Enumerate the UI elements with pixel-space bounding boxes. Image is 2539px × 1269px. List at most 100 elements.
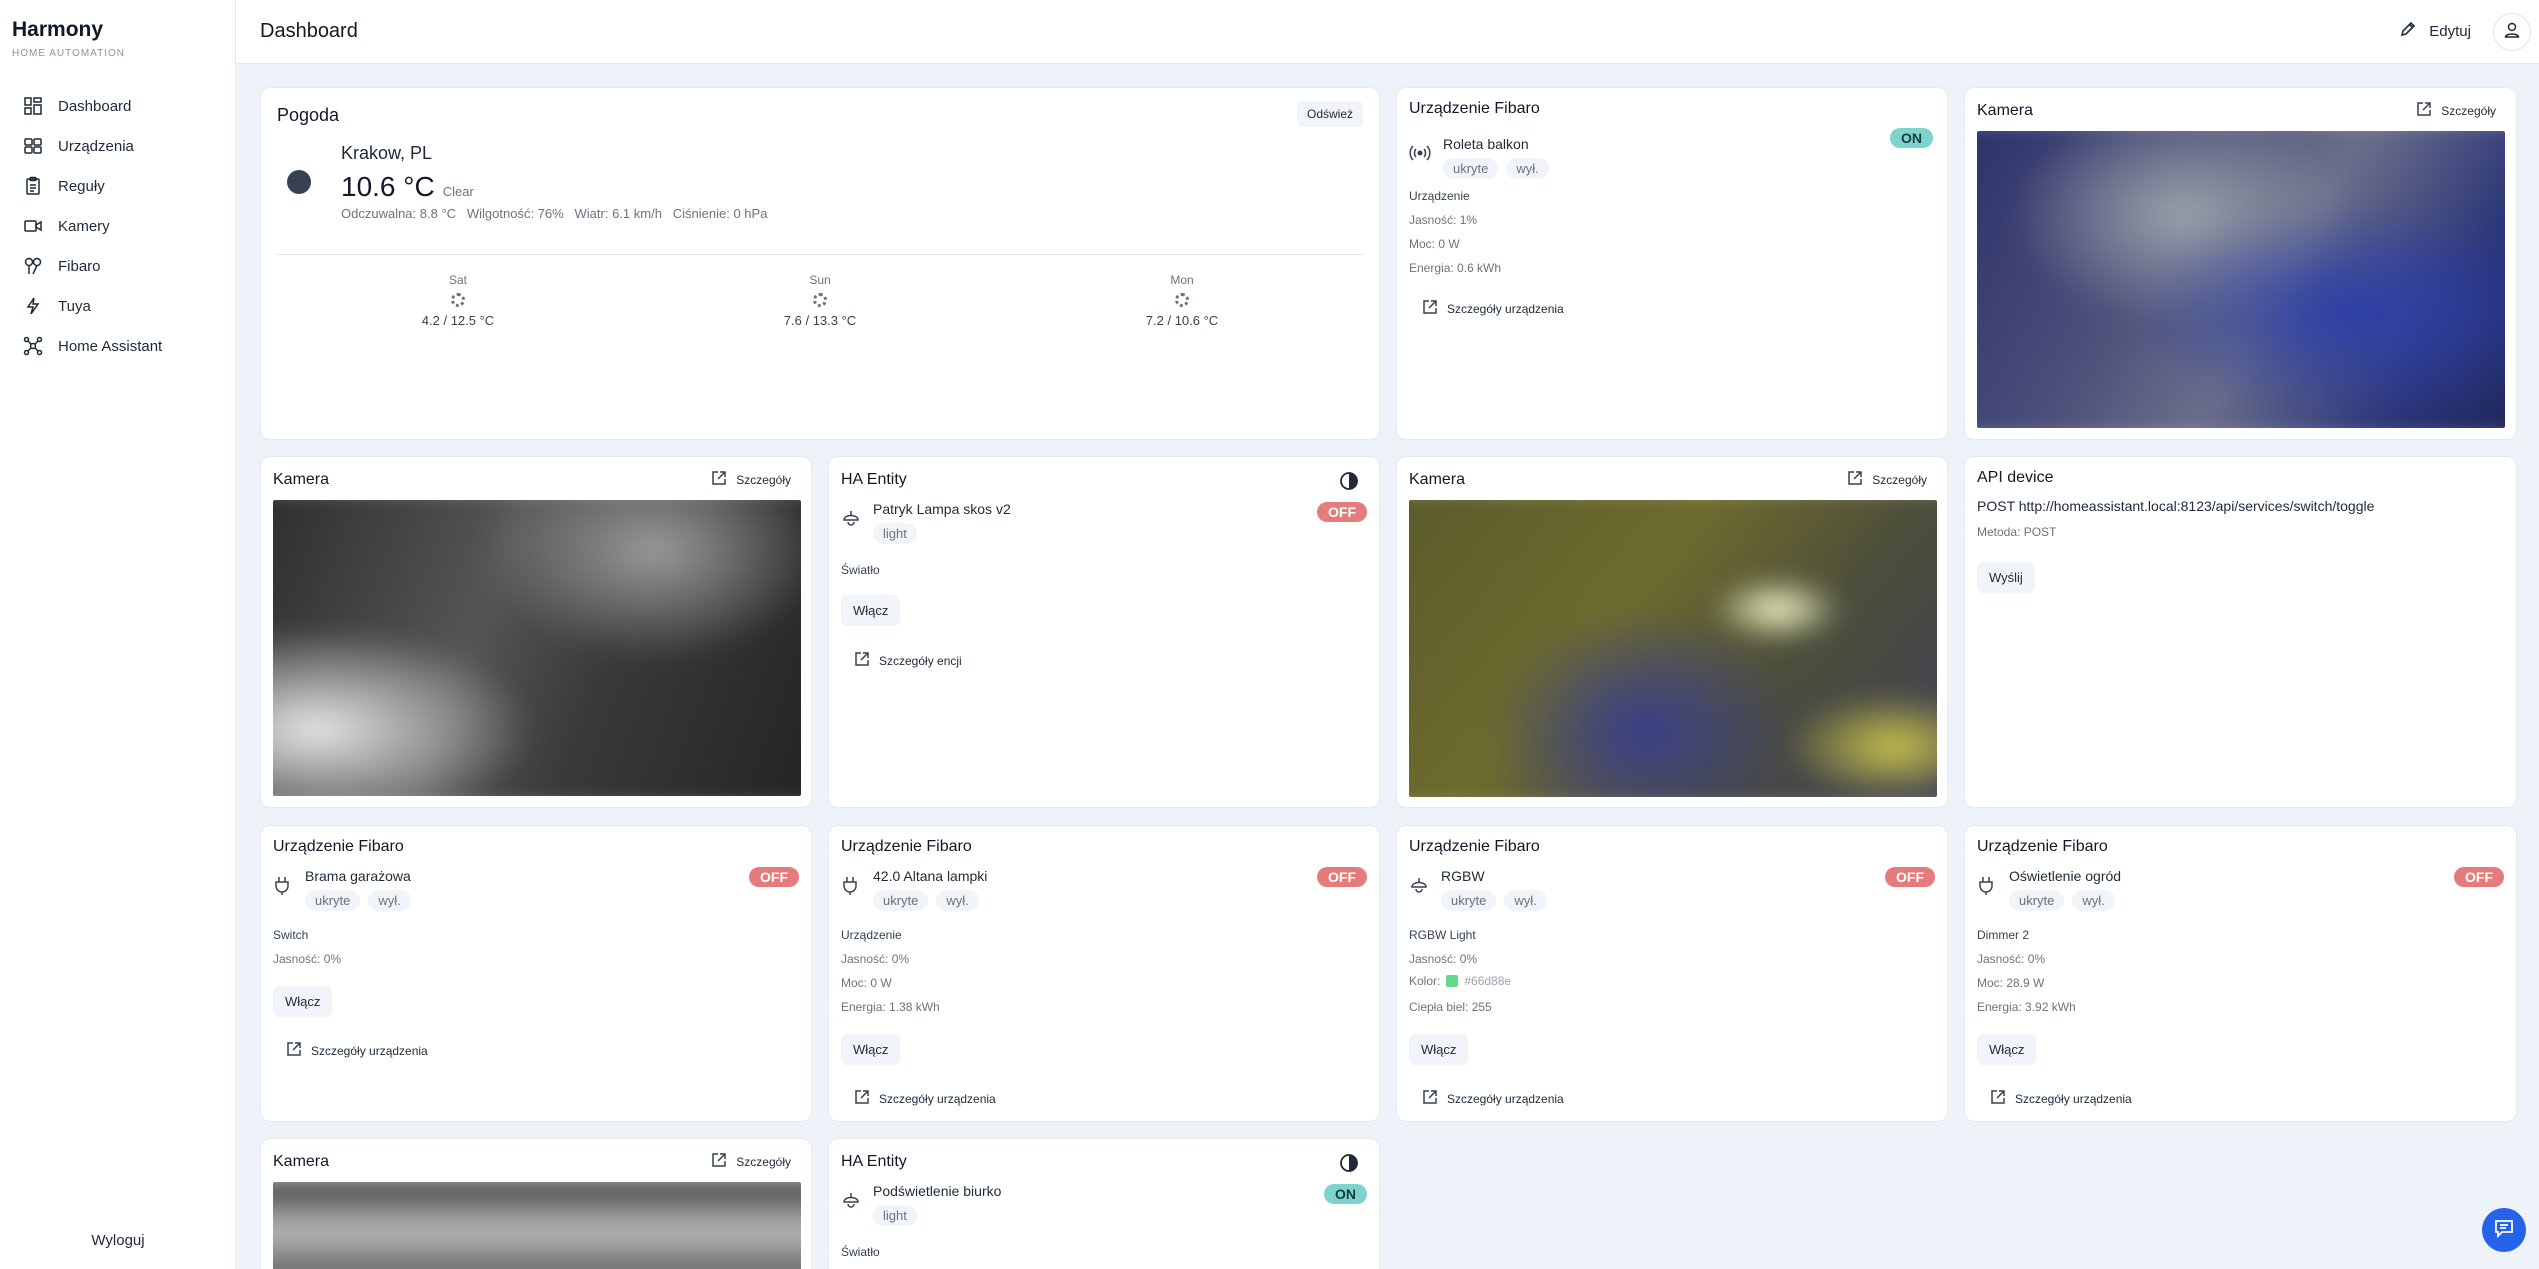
link-label: Szczegóły xyxy=(1872,472,1927,487)
link-label: Szczegóły xyxy=(736,1154,791,1169)
camera-card: Kamera Szczegóły xyxy=(1964,87,2517,440)
link-label: Szczegóły urządzenia xyxy=(311,1043,428,1058)
weather-card: Pogoda Odśwież Krakow, PL 10.6 °C Clear … xyxy=(260,87,1380,440)
camera-image[interactable] xyxy=(273,500,801,796)
half-circle-icon xyxy=(1339,471,1359,496)
weather-condition-icon xyxy=(287,170,311,194)
camera-details-link[interactable]: Szczegóły xyxy=(710,469,791,490)
edit-button[interactable]: Edytuj xyxy=(2399,20,2471,42)
entity-name: Podświetlenie biurko xyxy=(873,1183,1002,1199)
turn-on-button[interactable]: Włącz xyxy=(1977,1034,2037,1065)
user-menu-button[interactable] xyxy=(2493,13,2531,51)
camera-image[interactable] xyxy=(1977,131,2505,428)
page-title: Dashboard xyxy=(260,20,358,42)
device-details-link[interactable]: Szczegóły urządzenia xyxy=(1421,1088,1564,1109)
loading-icon xyxy=(451,293,465,307)
card-title: HA Entity xyxy=(841,471,907,488)
device-details-link[interactable]: Szczegóły urządzenia xyxy=(1421,298,1564,319)
tag-off: wył. xyxy=(936,890,979,911)
card-title: Urządzenie Fibaro xyxy=(1409,100,1540,117)
forecast-range: 7.2 / 10.6 °C xyxy=(1145,313,1219,328)
card-title: HA Entity xyxy=(841,1153,907,1170)
sidebar: Harmony HOME AUTOMATION Dashboard Urządz… xyxy=(0,0,236,1269)
sidebar-item-rules[interactable]: Reguły xyxy=(0,166,236,206)
device-header: Brama garażowa ukryte wył. xyxy=(273,868,419,911)
device-details-link[interactable]: Szczegóły urządzenia xyxy=(1989,1088,2132,1109)
device-header: Roleta balkon ukryte wył. xyxy=(1409,136,1557,179)
turn-on-button[interactable]: Włącz xyxy=(1409,1034,1469,1065)
sidebar-item-label: Tuya xyxy=(58,297,91,315)
fibaro-device-card: Urządzenie Fibaro Roleta balkon ukryte wy… xyxy=(1396,87,1948,440)
device-details-link[interactable]: Szczegóły urządzenia xyxy=(853,1088,996,1109)
weather-temp: 10.6 °C xyxy=(341,171,435,202)
camera-details-link[interactable]: Szczegóły xyxy=(710,1151,791,1172)
grid-icon xyxy=(22,95,44,117)
tag-hidden: ukryte xyxy=(305,890,361,911)
external-link-icon xyxy=(710,469,728,490)
status-badge: OFF xyxy=(1317,867,1367,887)
weather-title: Pogoda xyxy=(277,105,340,125)
link-label: Szczegóły urządzenia xyxy=(2015,1091,2132,1106)
user-icon xyxy=(2503,21,2521,44)
sidebar-item-devices[interactable]: Urządzenia xyxy=(0,126,236,166)
card-title: Urządzenie Fibaro xyxy=(1409,838,1540,855)
card-title: Urządzenie Fibaro xyxy=(1977,838,2108,855)
device-header: RGBW ukryte wył. xyxy=(1409,868,1555,911)
device-type: RGBW Light xyxy=(1409,928,1476,942)
forecast-range: 7.6 / 13.3 °C xyxy=(783,313,857,328)
entity-details-link[interactable]: Szczegóły encji xyxy=(853,650,962,671)
sidebar-item-fibaro[interactable]: Fibaro xyxy=(0,246,236,286)
status-badge: OFF xyxy=(1885,867,1935,887)
camera-details-link[interactable]: Szczegóły xyxy=(2415,100,2496,121)
chat-button[interactable] xyxy=(2482,1208,2526,1252)
sidebar-item-home-assistant[interactable]: Home Assistant xyxy=(0,326,236,366)
send-button[interactable]: Wyślij xyxy=(1977,562,2035,593)
plug-icon xyxy=(273,876,291,911)
link-label: Szczegóły xyxy=(2441,103,2496,118)
sidebar-item-tuya[interactable]: Tuya xyxy=(0,286,236,326)
logout-button[interactable]: Wyloguj xyxy=(0,1232,236,1249)
camera-image[interactable] xyxy=(273,1182,801,1269)
external-link-icon xyxy=(853,1088,871,1109)
card-title: Kamera xyxy=(1409,471,1466,488)
camera-image[interactable] xyxy=(1409,500,1937,797)
ha-entity-card: HA Entity Podświetlenie biurko light ON … xyxy=(828,1138,1380,1269)
tag-domain: light xyxy=(873,1205,917,1226)
tag-domain: light xyxy=(873,523,917,544)
device-energy: Energia: 3.92 kWh xyxy=(1977,1000,2076,1014)
forecast-day: Mon 7.2 / 10.6 °C xyxy=(1001,273,1363,328)
sidebar-nav: Dashboard Urządzenia Reguły Kamery Fibar… xyxy=(0,86,236,366)
device-type: Dimmer 2 xyxy=(1977,928,2030,942)
device-brightness: Jasność: 0% xyxy=(841,952,910,966)
device-power: Moc: 28.9 W xyxy=(1977,976,2045,990)
tag-off: wył. xyxy=(368,890,411,911)
divider xyxy=(277,254,1363,255)
card-title: Kamera xyxy=(273,1153,330,1170)
turn-on-button[interactable]: Włącz xyxy=(841,1034,901,1065)
network-icon xyxy=(22,335,44,357)
device-brightness: Jasność: 0% xyxy=(1977,952,2046,966)
device-header: Oświetlenie ogród ukryte wył. xyxy=(1977,868,2123,911)
refresh-button[interactable]: Odśwież xyxy=(1296,101,1363,127)
weather-condition: Clear xyxy=(442,184,474,199)
fibaro-device-card: Urządzenie Fibaro Oświetlenie ogród ukry… xyxy=(1964,825,2517,1122)
sidebar-item-dashboard[interactable]: Dashboard xyxy=(0,86,236,126)
status-badge: ON xyxy=(1890,128,1933,148)
external-link-icon xyxy=(285,1040,303,1061)
link-label: Szczegóły urządzenia xyxy=(1447,301,1564,316)
api-url: POST http://homeassistant.local:8123/api… xyxy=(1977,498,2375,514)
link-label: Szczegóły urządzenia xyxy=(879,1091,996,1106)
status-badge: OFF xyxy=(749,867,799,887)
entity-header: Podświetlenie biurko light xyxy=(841,1183,1001,1226)
forecast-day-label: Mon xyxy=(1170,273,1194,287)
turn-on-button[interactable]: Włącz xyxy=(273,986,333,1017)
device-warm-white: Ciepła biel: 255 xyxy=(1409,1000,1492,1014)
turn-on-button[interactable]: Włącz xyxy=(841,595,901,626)
camera-details-link[interactable]: Szczegóły xyxy=(1846,469,1927,490)
device-name: Roleta balkon xyxy=(1443,136,1529,152)
device-details-link[interactable]: Szczegóły urządzenia xyxy=(285,1040,428,1061)
sidebar-item-cameras[interactable]: Kamery xyxy=(0,206,236,246)
card-title: Urządzenie Fibaro xyxy=(273,838,404,855)
status-badge: ON xyxy=(1324,1184,1367,1204)
status-badge: OFF xyxy=(1317,502,1367,522)
